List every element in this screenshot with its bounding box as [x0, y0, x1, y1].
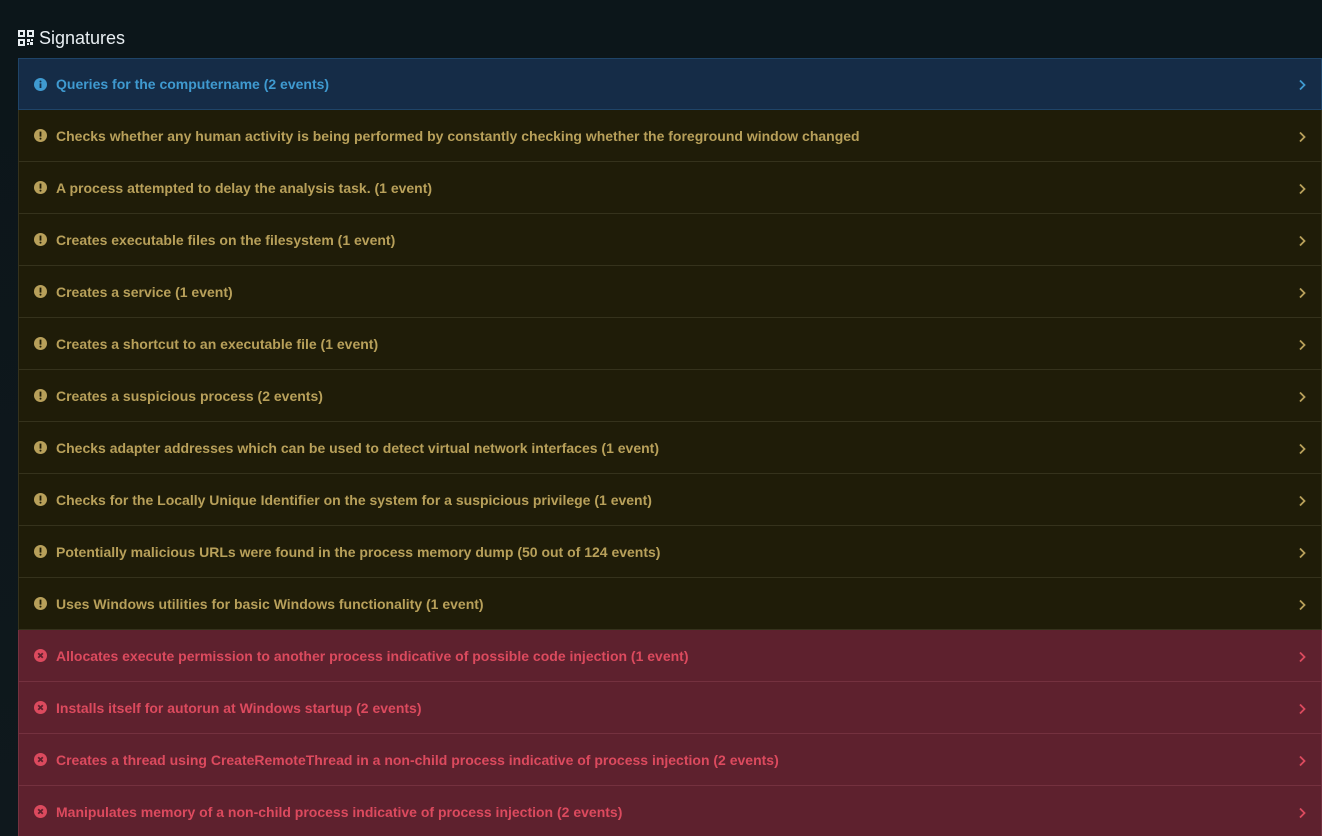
signature-row[interactable]: A process attempted to delay the analysi… — [18, 162, 1322, 214]
chevron-right-icon[interactable] — [1297, 598, 1307, 610]
signature-label: Checks whether any human activity is bei… — [56, 127, 860, 144]
chevron-right-icon[interactable] — [1297, 702, 1307, 714]
signature-row[interactable]: Installs itself for autorun at Windows s… — [18, 682, 1322, 734]
chevron-right-icon[interactable] — [1297, 338, 1307, 350]
signature-label: Manipulates memory of a non-child proces… — [56, 803, 623, 820]
signature-label: Checks for the Locally Unique Identifier… — [56, 491, 652, 508]
exclamation-circle-icon — [34, 389, 47, 402]
chevron-right-icon[interactable] — [1297, 182, 1307, 194]
times-circle-icon — [34, 649, 47, 662]
exclamation-circle-icon — [34, 285, 47, 298]
signature-row[interactable]: Checks adapter addresses which can be us… — [18, 422, 1322, 474]
signature-row[interactable]: Queries for the computername (2 events) — [18, 58, 1322, 110]
signature-row[interactable]: Checks whether any human activity is bei… — [18, 110, 1322, 162]
exclamation-circle-icon — [34, 337, 47, 350]
signatures-page: Signatures Queries for the computername … — [0, 0, 1322, 836]
exclamation-circle-icon — [34, 233, 47, 246]
exclamation-circle-icon — [34, 129, 47, 142]
signature-label: Queries for the computername (2 events) — [56, 76, 330, 92]
chevron-right-icon[interactable] — [1297, 650, 1307, 662]
chevron-right-icon[interactable] — [1297, 754, 1307, 766]
signature-label: Creates a shortcut to an executable file… — [56, 335, 379, 352]
signature-label: Potentially malicious URLs were found in… — [56, 543, 661, 560]
signature-row[interactable]: Creates a service (1 event) — [18, 266, 1322, 318]
signature-label: A process attempted to delay the analysi… — [56, 179, 433, 196]
signature-row[interactable]: Creates a thread using CreateRemoteThrea… — [18, 734, 1322, 786]
signature-row[interactable]: Creates a suspicious process (2 events) — [18, 370, 1322, 422]
exclamation-circle-icon — [34, 493, 47, 506]
info-circle-icon — [34, 77, 47, 91]
signature-label: Creates a service (1 event) — [56, 283, 233, 300]
signature-row[interactable]: Creates a shortcut to an executable file… — [18, 318, 1322, 370]
times-circle-icon — [34, 701, 47, 714]
signature-row[interactable]: Creates executable files on the filesyst… — [18, 214, 1322, 266]
signature-row[interactable]: Allocates execute permission to another … — [18, 630, 1322, 682]
chevron-right-icon[interactable] — [1297, 390, 1307, 402]
signature-row[interactable]: Uses Windows utilities for basic Windows… — [18, 578, 1322, 630]
chevron-right-icon[interactable] — [1297, 494, 1307, 506]
signature-label: Checks adapter addresses which can be us… — [56, 439, 659, 456]
chevron-right-icon[interactable] — [1297, 442, 1307, 454]
signature-label: Creates executable files on the filesyst… — [56, 231, 396, 248]
signature-row[interactable]: Potentially malicious URLs were found in… — [18, 526, 1322, 578]
chevron-right-icon[interactable] — [1297, 78, 1307, 91]
signature-label: Creates a thread using CreateRemoteThrea… — [56, 751, 779, 768]
chevron-right-icon[interactable] — [1297, 130, 1307, 142]
exclamation-circle-icon — [34, 597, 47, 610]
chevron-right-icon[interactable] — [1297, 286, 1307, 298]
signature-row[interactable]: Manipulates memory of a non-child proces… — [18, 786, 1322, 836]
qrcode-icon — [18, 30, 34, 46]
exclamation-circle-icon — [34, 181, 47, 194]
signature-label: Allocates execute permission to another … — [56, 647, 689, 664]
times-circle-icon — [34, 805, 47, 818]
times-circle-icon — [34, 753, 47, 766]
section-heading: Signatures — [18, 27, 125, 49]
exclamation-circle-icon — [34, 441, 47, 454]
signature-label: Installs itself for autorun at Windows s… — [56, 699, 422, 716]
chevron-right-icon[interactable] — [1297, 546, 1307, 558]
signatures-list: Queries for the computername (2 events) C… — [18, 58, 1322, 836]
chevron-right-icon[interactable] — [1297, 234, 1307, 246]
section-title: Signatures — [39, 27, 126, 48]
signature-label: Creates a suspicious process (2 events) — [56, 387, 323, 404]
signature-label: Uses Windows utilities for basic Windows… — [56, 595, 484, 612]
chevron-right-icon[interactable] — [1297, 806, 1307, 818]
exclamation-circle-icon — [34, 545, 47, 558]
signature-row[interactable]: Checks for the Locally Unique Identifier… — [18, 474, 1322, 526]
